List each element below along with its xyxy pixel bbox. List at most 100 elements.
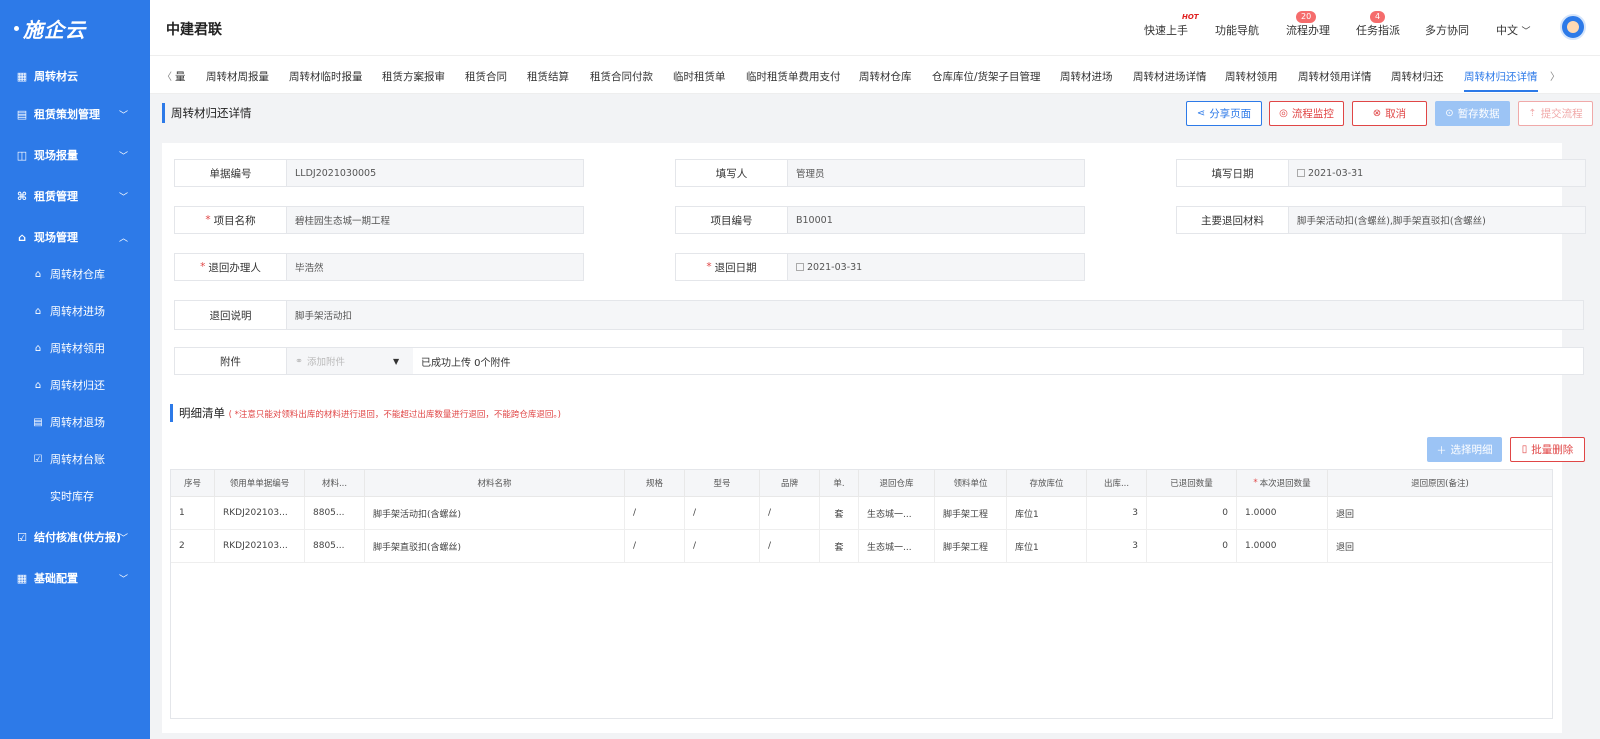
remark-textarea[interactable]: 脚手架活动扣 bbox=[287, 301, 1583, 329]
upload-icon: ⇡ bbox=[1528, 108, 1537, 119]
project-name-value[interactable]: 碧桂园生态城一期工程 bbox=[287, 207, 583, 233]
column-header: 规格 bbox=[625, 470, 685, 497]
process-link[interactable]: 流程办理 bbox=[1286, 22, 1330, 38]
select-detail-button[interactable]: ＋选择明细 bbox=[1427, 437, 1502, 462]
sidebar-item-home[interactable]: ▦ 周转材云 bbox=[0, 61, 150, 91]
chevron-down-icon: ﹀ bbox=[118, 533, 128, 544]
tab[interactable]: 量 bbox=[175, 69, 186, 84]
tab[interactable]: 周转材领用详情 bbox=[1298, 69, 1372, 84]
column-header: 退回仓库 bbox=[859, 470, 935, 497]
feature-nav-link[interactable]: 功能导航 bbox=[1215, 22, 1259, 38]
chevron-down-icon: ﹀ bbox=[1521, 27, 1531, 37]
config-icon: ▦ bbox=[16, 571, 28, 585]
language-select[interactable]: 中文 ﹀ bbox=[1496, 22, 1531, 38]
table-cell: 生态城一... bbox=[859, 497, 935, 530]
sidebar-subitem-return[interactable]: ⌂ 周转材归还 bbox=[0, 370, 150, 400]
task-link[interactable]: 任务指派 bbox=[1356, 22, 1400, 38]
tab[interactable]: 周转材周报量 bbox=[206, 69, 269, 84]
check-circle-icon: ⊙ bbox=[1445, 108, 1454, 119]
tab[interactable]: 租赁合同付款 bbox=[590, 69, 653, 84]
table-cell: / bbox=[625, 530, 685, 563]
save-draft-button[interactable]: ⊙ 暂存数据 bbox=[1435, 101, 1510, 126]
sidebar-item-config[interactable]: ▦ 基础配置 ﹀ bbox=[0, 563, 150, 593]
column-header: 已退回数量 bbox=[1147, 470, 1237, 497]
sidebar-subitem-exit[interactable]: ▤ 周转材退场 bbox=[0, 407, 150, 437]
table-cell: 库位1 bbox=[1007, 497, 1087, 530]
sidebar-subitem-stock[interactable]: 实时库存 bbox=[0, 481, 150, 511]
chevron-up-icon: ︿ bbox=[118, 233, 128, 244]
share-icon: ⋖ bbox=[1196, 108, 1206, 119]
return-qty-input[interactable]: 1.0000 bbox=[1237, 530, 1328, 563]
sidebar-subitem-use[interactable]: ⌂ 周转材领用 bbox=[0, 333, 150, 363]
table-cell: / bbox=[760, 530, 820, 563]
tab[interactable]: 仓库库位/货架子目管理 bbox=[932, 69, 1041, 84]
tab[interactable]: 租赁结算 bbox=[527, 69, 569, 84]
tab[interactable]: 周转材归还 bbox=[1391, 69, 1444, 84]
return-date-field: * 退回日期 2021-03-31 bbox=[675, 253, 1085, 281]
batch-delete-button[interactable]: ▯ 批量删除 bbox=[1510, 437, 1585, 462]
tab[interactable]: 周转材进场 bbox=[1060, 69, 1113, 84]
sidebar-subitem-entry[interactable]: ⌂ 周转材进场 bbox=[0, 296, 150, 326]
sidebar-item-lease-manage[interactable]: ⌘ 租赁管理 ﹀ bbox=[0, 181, 150, 211]
app-logo: 施企云 bbox=[0, 0, 150, 56]
tab[interactable]: 租赁合同 bbox=[465, 69, 507, 84]
plus-icon: ＋ bbox=[1436, 446, 1447, 457]
tab[interactable]: 周转材临时报量 bbox=[289, 69, 363, 84]
column-header: * 本次退回数量 bbox=[1237, 470, 1328, 497]
monitor-icon: ◎ bbox=[1279, 108, 1288, 119]
cancel-button[interactable]: ⊗ 取消 bbox=[1352, 101, 1427, 126]
handler-value[interactable]: 毕浩然 bbox=[287, 254, 583, 280]
attachment-status: 已成功上传 0个附件 bbox=[413, 348, 1583, 374]
remark-field: 退回说明 脚手架活动扣 bbox=[174, 300, 1584, 330]
task-badge: 4 bbox=[1370, 11, 1386, 23]
tab[interactable]: 周转材进场详情 bbox=[1133, 69, 1207, 84]
attachment-field: 附件 ⚭ 添加附件 ▼ 已成功上传 0个附件 bbox=[174, 347, 1584, 375]
table-cell: 脚手架活动扣(含螺丝) bbox=[365, 497, 625, 530]
tab[interactable]: 租赁方案报审 bbox=[382, 69, 445, 84]
tabs-right-arrow-icon[interactable]: 〉 bbox=[1550, 68, 1560, 83]
sidebar-subitem-ledger[interactable]: ☑ 周转材台账 bbox=[0, 444, 150, 474]
return-reason-input[interactable]: 退回 bbox=[1328, 497, 1552, 530]
collab-link[interactable]: 多方协同 bbox=[1425, 22, 1469, 38]
detail-note: ( *注意只能对领料出库的材料进行退回，不能超过出库数量进行退回，不能跨仓库退回… bbox=[228, 410, 561, 420]
grid-icon: ▦ bbox=[16, 69, 28, 83]
share-button[interactable]: ⋖ 分享页面 bbox=[1186, 101, 1262, 126]
monitor-button[interactable]: ◎ 流程监控 bbox=[1269, 101, 1344, 126]
table-cell: 8805... bbox=[305, 497, 365, 530]
table-cell: / bbox=[685, 497, 760, 530]
sidebar-item-lease-plan[interactable]: ▤ 租赁策划管理 ﹀ bbox=[0, 99, 150, 129]
sidebar-item-site-manage[interactable]: ⌂ 现场管理 ︿ bbox=[0, 222, 150, 252]
return-qty-input[interactable]: 1.0000 bbox=[1237, 497, 1328, 530]
tab-active[interactable]: 周转材归还详情 bbox=[1464, 69, 1538, 84]
link-icon: ⚭ bbox=[295, 355, 303, 367]
table-cell: 8805... bbox=[305, 530, 365, 563]
attachment-dropdown[interactable]: ▼ bbox=[387, 348, 413, 374]
doc-no-value: LLDJ2021030005 bbox=[295, 167, 377, 179]
return-date-value[interactable]: 2021-03-31 bbox=[788, 254, 1084, 280]
sidebar-subitem-warehouse[interactable]: ⌂ 周转材仓库 bbox=[0, 259, 150, 289]
column-header: 存放库位 bbox=[1007, 470, 1087, 497]
avatar[interactable] bbox=[1560, 14, 1586, 40]
tab[interactable]: 临时租赁单费用支付 bbox=[746, 69, 841, 84]
submit-button[interactable]: ⇡ 提交流程 bbox=[1518, 101, 1593, 126]
main-material-field: 主要退回材料 脚手架活动扣(含螺丝),脚手架直驳扣(含螺丝) bbox=[1176, 206, 1586, 234]
company-name: 中建君联 bbox=[166, 22, 222, 38]
tab[interactable]: 临时租赁单 bbox=[673, 69, 726, 84]
column-header: 型号 bbox=[685, 470, 760, 497]
add-attachment-button[interactable]: ⚭ 添加附件 bbox=[287, 348, 387, 374]
table-cell: 2 bbox=[171, 530, 215, 563]
return-reason-input[interactable]: 退回 bbox=[1328, 530, 1552, 563]
table-cell: 脚手架直驳扣(含螺丝) bbox=[365, 530, 625, 563]
tab[interactable]: 周转材仓库 bbox=[859, 69, 912, 84]
tabs-left-arrow-icon[interactable]: 〈 bbox=[162, 68, 172, 83]
table-cell: 套 bbox=[820, 497, 859, 530]
sidebar-item-settlement[interactable]: ☑ 结付核准(供方报) ﹀ bbox=[0, 522, 150, 552]
sidebar-item-site-report[interactable]: ◫ 现场报量 ﹀ bbox=[0, 140, 150, 170]
chevron-down-icon: ﹀ bbox=[118, 110, 128, 121]
column-header: 单. bbox=[820, 470, 859, 497]
tab[interactable]: 周转材领用 bbox=[1225, 69, 1278, 84]
table-cell: / bbox=[685, 530, 760, 563]
project-name-field: * 项目名称 碧桂园生态城一期工程 bbox=[174, 206, 584, 234]
org-icon: ⌘ bbox=[16, 189, 28, 203]
quick-start-link[interactable]: 快速上手 bbox=[1144, 22, 1188, 38]
